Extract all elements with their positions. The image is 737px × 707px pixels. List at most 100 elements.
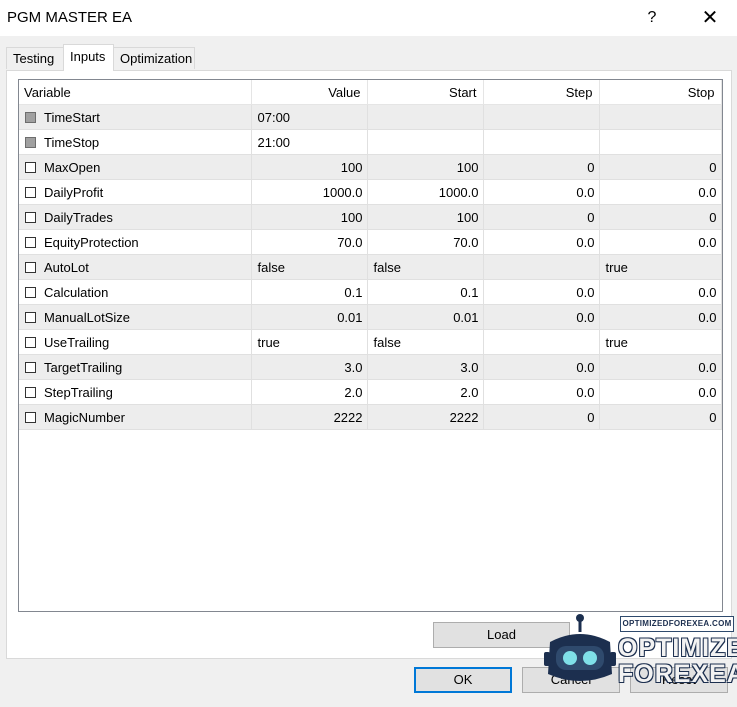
- cell-step[interactable]: 0.0: [483, 354, 600, 380]
- table-row[interactable]: UseTrailing true false true: [19, 329, 722, 355]
- cell-step[interactable]: 0.0: [483, 304, 600, 330]
- cell-step[interactable]: 0.0: [483, 179, 600, 205]
- close-button[interactable]: ✕: [692, 0, 728, 36]
- column-header-step[interactable]: Step: [483, 80, 600, 105]
- cell-step[interactable]: [483, 129, 600, 155]
- cell-value[interactable]: 07:00: [251, 104, 368, 130]
- cell-start[interactable]: 2222: [367, 404, 484, 430]
- column-header-start[interactable]: Start: [367, 80, 484, 105]
- optimize-checkbox[interactable]: [25, 311, 36, 323]
- cell-stop[interactable]: 0.0: [599, 379, 722, 405]
- cell-value[interactable]: 70.0: [251, 229, 368, 255]
- table-row[interactable]: AutoLot false false true: [19, 254, 722, 280]
- tab-inputs[interactable]: Inputs: [63, 44, 114, 71]
- cell-start[interactable]: [367, 104, 484, 130]
- table-row[interactable]: DailyTrades 100 100 0 0: [19, 204, 722, 230]
- cell-variable[interactable]: MagicNumber: [19, 404, 252, 430]
- cell-stop[interactable]: 0: [599, 404, 722, 430]
- cell-stop[interactable]: true: [599, 254, 722, 280]
- cell-start[interactable]: [367, 129, 484, 155]
- optimize-checkbox[interactable]: [25, 261, 36, 273]
- cell-variable[interactable]: ManualLotSize: [19, 304, 252, 330]
- ok-button[interactable]: OK: [414, 667, 512, 693]
- optimize-checkbox[interactable]: [25, 286, 36, 298]
- optimize-checkbox[interactable]: [25, 186, 36, 198]
- tab-testing[interactable]: Testing: [6, 47, 64, 69]
- cell-start[interactable]: 0.01: [367, 304, 484, 330]
- cell-variable[interactable]: UseTrailing: [19, 329, 252, 355]
- table-row[interactable]: TimeStart 07:00: [19, 104, 722, 130]
- table-row[interactable]: TargetTrailing 3.0 3.0 0.0 0.0: [19, 354, 722, 380]
- optimize-checkbox[interactable]: [25, 136, 36, 148]
- cell-start[interactable]: 2.0: [367, 379, 484, 405]
- cell-step[interactable]: 0: [483, 404, 600, 430]
- cell-value[interactable]: 21:00: [251, 129, 368, 155]
- table-row[interactable]: TimeStop 21:00: [19, 129, 722, 155]
- cell-value[interactable]: 2222: [251, 404, 368, 430]
- cell-step[interactable]: 0.0: [483, 229, 600, 255]
- column-header-variable[interactable]: Variable: [19, 80, 252, 105]
- cell-step[interactable]: 0: [483, 154, 600, 180]
- optimize-checkbox[interactable]: [25, 361, 36, 373]
- cell-variable[interactable]: Calculation: [19, 279, 252, 305]
- tab-optimization[interactable]: Optimization: [113, 47, 195, 69]
- table-row[interactable]: EquityProtection 70.0 70.0 0.0 0.0: [19, 229, 722, 255]
- cell-stop[interactable]: 0: [599, 154, 722, 180]
- cell-step[interactable]: 0.0: [483, 379, 600, 405]
- cell-value[interactable]: 0.1: [251, 279, 368, 305]
- optimize-checkbox[interactable]: [25, 161, 36, 173]
- cell-start[interactable]: 100: [367, 204, 484, 230]
- cell-variable[interactable]: TargetTrailing: [19, 354, 252, 380]
- table-row[interactable]: MaxOpen 100 100 0 0: [19, 154, 722, 180]
- cell-value[interactable]: false: [251, 254, 368, 280]
- cell-start[interactable]: 3.0: [367, 354, 484, 380]
- cell-start[interactable]: 1000.0: [367, 179, 484, 205]
- cell-value[interactable]: true: [251, 329, 368, 355]
- optimize-checkbox[interactable]: [25, 386, 36, 398]
- table-row[interactable]: DailyProfit 1000.0 1000.0 0.0 0.0: [19, 179, 722, 205]
- cell-variable[interactable]: StepTrailing: [19, 379, 252, 405]
- cell-value[interactable]: 2.0: [251, 379, 368, 405]
- cell-start[interactable]: 100: [367, 154, 484, 180]
- cell-value[interactable]: 100: [251, 154, 368, 180]
- optimize-checkbox[interactable]: [25, 236, 36, 248]
- help-button[interactable]: ?: [636, 0, 668, 36]
- cell-step[interactable]: 0.0: [483, 279, 600, 305]
- optimize-checkbox[interactable]: [25, 336, 36, 348]
- table-row[interactable]: StepTrailing 2.0 2.0 0.0 0.0: [19, 379, 722, 405]
- optimize-checkbox[interactable]: [25, 111, 36, 123]
- cell-variable[interactable]: DailyProfit: [19, 179, 252, 205]
- cell-stop[interactable]: 0.0: [599, 179, 722, 205]
- cell-start[interactable]: 70.0: [367, 229, 484, 255]
- cell-step[interactable]: 0: [483, 204, 600, 230]
- optimize-checkbox[interactable]: [25, 411, 36, 423]
- cell-variable[interactable]: EquityProtection: [19, 229, 252, 255]
- cell-value[interactable]: 0.01: [251, 304, 368, 330]
- cell-value[interactable]: 100: [251, 204, 368, 230]
- cell-stop[interactable]: 0.0: [599, 354, 722, 380]
- cell-variable[interactable]: DailyTrades: [19, 204, 252, 230]
- table-row[interactable]: ManualLotSize 0.01 0.01 0.0 0.0: [19, 304, 722, 330]
- cell-start[interactable]: false: [367, 254, 484, 280]
- cell-stop[interactable]: true: [599, 329, 722, 355]
- cell-step[interactable]: [483, 104, 600, 130]
- optimize-checkbox[interactable]: [25, 211, 36, 223]
- cell-value[interactable]: 3.0: [251, 354, 368, 380]
- cell-stop[interactable]: [599, 129, 722, 155]
- cell-step[interactable]: [483, 254, 600, 280]
- table-row[interactable]: Calculation 0.1 0.1 0.0 0.0: [19, 279, 722, 305]
- cell-variable[interactable]: TimeStop: [19, 129, 252, 155]
- table-row[interactable]: MagicNumber 2222 2222 0 0: [19, 404, 722, 430]
- column-header-value[interactable]: Value: [251, 80, 368, 105]
- cell-stop[interactable]: 0.0: [599, 229, 722, 255]
- cell-stop[interactable]: 0: [599, 204, 722, 230]
- cell-variable[interactable]: AutoLot: [19, 254, 252, 280]
- column-header-stop[interactable]: Stop: [599, 80, 722, 105]
- cell-value[interactable]: 1000.0: [251, 179, 368, 205]
- cell-start[interactable]: false: [367, 329, 484, 355]
- cell-start[interactable]: 0.1: [367, 279, 484, 305]
- cell-variable[interactable]: TimeStart: [19, 104, 252, 130]
- cell-stop[interactable]: [599, 104, 722, 130]
- cell-variable[interactable]: MaxOpen: [19, 154, 252, 180]
- cell-stop[interactable]: 0.0: [599, 304, 722, 330]
